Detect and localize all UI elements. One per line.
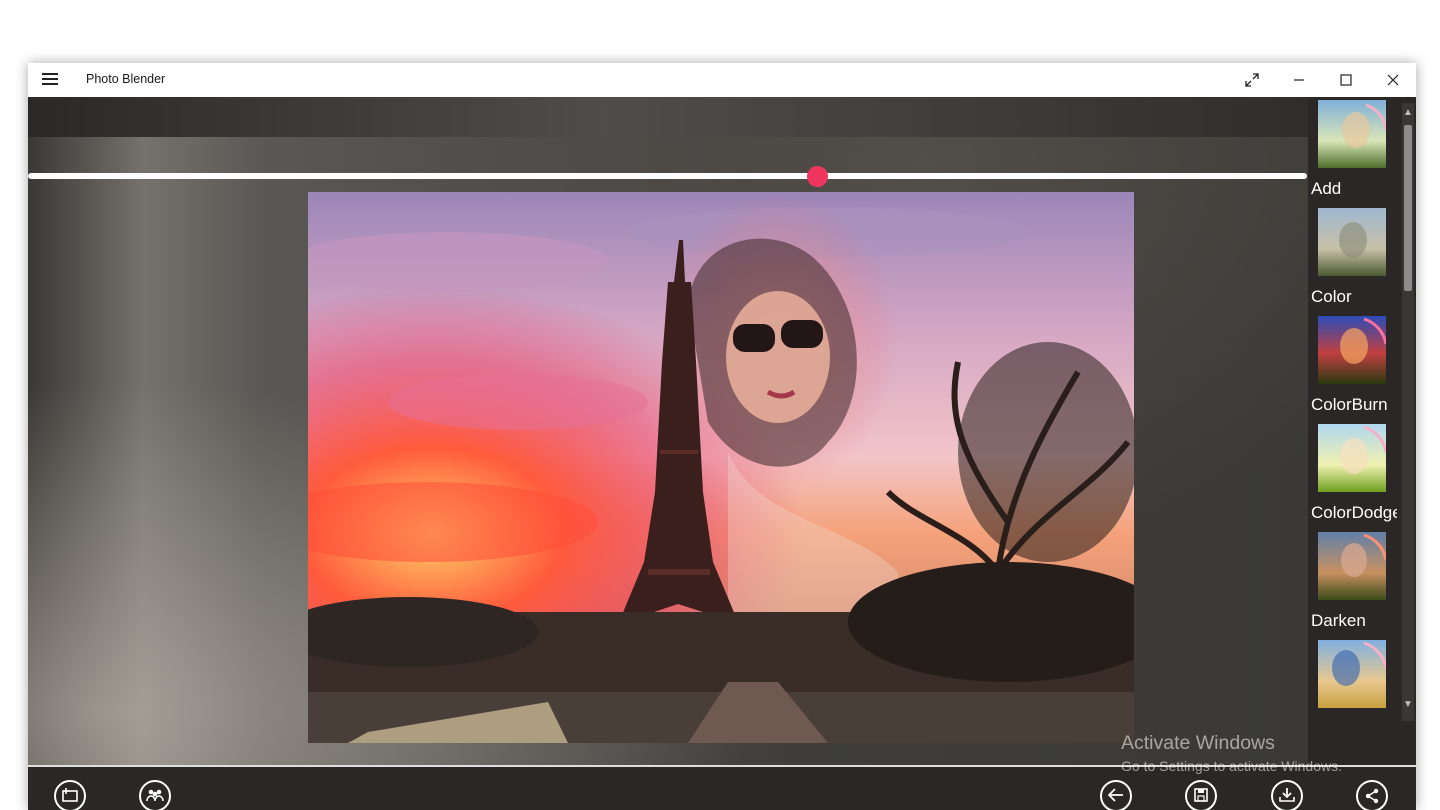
blend-mode-label: Darken [1311,611,1366,630]
close-icon[interactable] [1369,63,1416,97]
canvas-area [28,97,1308,765]
blend-preview-image [1318,640,1386,708]
blend-mode-item-darken[interactable]: Darken [1308,529,1403,637]
back-icon[interactable] [1100,780,1132,810]
blend-mode-label: Color [1311,287,1352,306]
app-title: Photo Blender [86,72,166,86]
blend-mode-list: Add Color ColorBurn ColorDodge Darken [1308,97,1416,765]
opacity-slider-thumb[interactable] [806,166,828,187]
open-photo-icon[interactable] [54,780,86,810]
blend-mode-item[interactable] [1308,637,1403,745]
scroll-up-icon[interactable]: ▲ [1402,107,1414,121]
fullscreen-icon[interactable] [1228,63,1275,97]
activate-windows-watermark: Activate Windows Go to Settings to activ… [1121,731,1342,777]
title-bar: Photo Blender [28,63,1416,97]
scroll-down-icon[interactable]: ▼ [1402,699,1414,713]
opacity-slider[interactable] [28,173,1307,179]
blend-preview-image [1318,424,1386,492]
maximize-icon[interactable] [1322,63,1369,97]
canvas-top-band [28,97,1308,137]
blended-photo [308,192,1134,743]
scrollbar-thumb[interactable] [1404,125,1412,291]
people-icon[interactable] [139,780,171,810]
watermark-title: Activate Windows [1121,732,1275,754]
blend-mode-item-color[interactable]: Color [1308,205,1403,313]
blend-preview-image [1318,208,1386,276]
minimize-icon[interactable] [1275,63,1322,97]
download-icon[interactable] [1271,780,1303,810]
blend-preview-image [1318,532,1386,600]
blend-mode-label: ColorBurn [1311,395,1388,414]
blend-preview-image [1318,100,1386,168]
watermark-subtitle: Go to Settings to activate Windows. [1121,758,1342,774]
window-controls [1228,63,1416,97]
blend-mode-item-colorburn[interactable]: ColorBurn [1308,313,1403,421]
app-window: Photo Blender Add Color ColorBurn ColorD… [28,63,1416,810]
blend-mode-item-add[interactable]: Add [1308,97,1403,205]
share-icon[interactable] [1356,780,1388,810]
hamburger-menu-icon[interactable] [42,73,58,87]
blend-mode-item-colordodge[interactable]: ColorDodge [1308,421,1403,529]
blend-mode-label: ColorDodge [1311,503,1397,522]
blend-preview-image [1318,316,1386,384]
blend-mode-label: Add [1311,179,1342,198]
sidebar-scrollbar[interactable]: ▲ ▼ [1402,103,1414,721]
save-icon[interactable] [1185,780,1217,810]
